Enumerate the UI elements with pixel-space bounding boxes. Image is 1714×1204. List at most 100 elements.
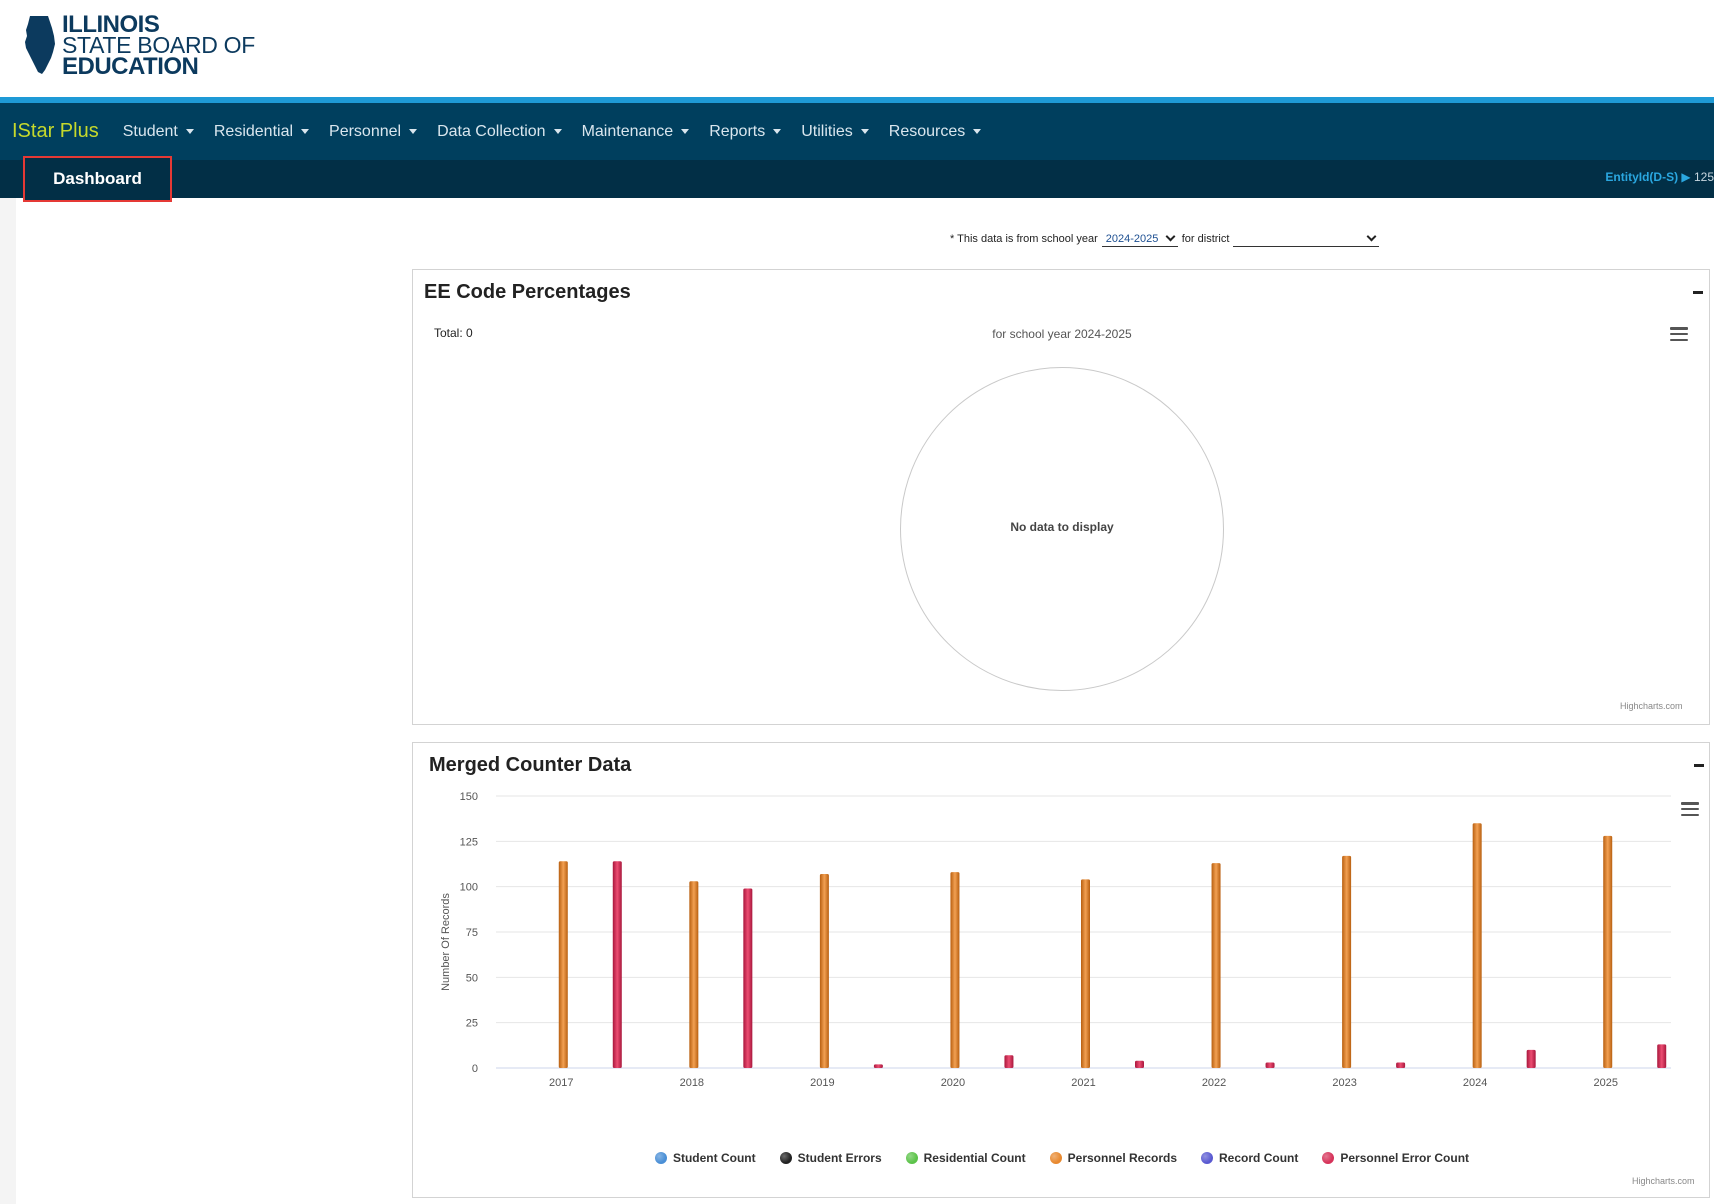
nav-item-label: Resources: [888, 122, 966, 140]
bar-personnel-records-2023[interactable]: [1342, 855, 1352, 1068]
legend-label: Personnel Error Count: [1340, 1151, 1470, 1165]
y-tick-label: 50: [466, 972, 478, 984]
nav-item-resources[interactable]: Resources: [888, 122, 982, 141]
bar-personnel-error-count-2021[interactable]: [1135, 1060, 1144, 1068]
bar-personnel-error-count-2022[interactable]: [1265, 1062, 1275, 1068]
bar-personnel-error-count-2018[interactable]: [743, 888, 753, 1068]
x-tick-label: 2019: [810, 1077, 834, 1089]
nav-item-label: Residential: [213, 122, 294, 140]
bar-personnel-records-2018[interactable]: [689, 881, 699, 1068]
legend-marker-icon: [1201, 1152, 1214, 1164]
caret-down-icon: [773, 129, 782, 134]
entity-id-label: EntityId(D-S) ▶: [1605, 170, 1691, 184]
highcharts-credit[interactable]: Highcharts.com: [1632, 1176, 1695, 1186]
nav-item-personnel[interactable]: Personnel: [329, 122, 418, 141]
district-select[interactable]: [1233, 231, 1380, 247]
x-tick-label: 2018: [680, 1077, 704, 1089]
logo-text: ILLINOIS STATE BOARD OF EDUCATION: [62, 13, 255, 80]
caret-down-icon: [301, 129, 310, 134]
nav-item-utilities[interactable]: Utilities: [801, 123, 869, 141]
legend-marker-icon: [1049, 1152, 1062, 1164]
left-sidebar: [0, 198, 16, 1204]
nav-item-label: Reports: [709, 122, 766, 140]
filter-prefix: * This data is from school year: [950, 233, 1098, 245]
x-tick-label: 2021: [1071, 1077, 1095, 1089]
panel-title: EE Code Percentages: [424, 281, 631, 303]
nav-item-label: Maintenance: [581, 122, 674, 140]
bar-personnel-records-2020[interactable]: [950, 872, 960, 1068]
chart-legend: Student Count Student Errors Residential C…: [413, 1151, 1711, 1165]
tab-dashboard[interactable]: Dashboard: [23, 156, 172, 202]
bar-personnel-error-count-2025[interactable]: [1657, 1044, 1667, 1068]
x-tick-label: 2023: [1332, 1077, 1356, 1089]
school-year-select[interactable]: 2024-2025: [1101, 231, 1178, 247]
y-tick-label: 150: [460, 791, 478, 803]
legend-item-student-errors[interactable]: Student Errors: [779, 1151, 882, 1165]
legend-item-personnel-error-count[interactable]: Personnel Error Count: [1322, 1151, 1469, 1165]
nav-item-label: Student: [122, 122, 178, 140]
bar-personnel-records-2021[interactable]: [1081, 879, 1090, 1068]
nav-item-label: Personnel: [329, 122, 402, 140]
ee-code-percentages-panel: EE Code Percentages Total: 0 for school …: [412, 269, 1710, 725]
nav-item-maintenance[interactable]: Maintenance: [582, 123, 690, 141]
caret-down-icon: [973, 129, 982, 134]
x-tick-label: 2024: [1463, 1077, 1487, 1089]
entity-id-value: 125: [1693, 170, 1714, 184]
highcharts-credit[interactable]: Highcharts.com: [1620, 701, 1683, 711]
nav-item-student[interactable]: Student: [123, 123, 194, 141]
bar-personnel-records-2019[interactable]: [819, 873, 829, 1068]
y-tick-label: 100: [460, 882, 478, 894]
collapse-icon[interactable]: [1693, 291, 1703, 294]
isbe-logo[interactable]: ILLINOIS STATE BOARD OF EDUCATION: [24, 13, 264, 80]
x-tick-label: 2017: [549, 1077, 573, 1089]
bar-personnel-records-2024[interactable]: [1472, 823, 1482, 1068]
legend-label: Record Count: [1219, 1151, 1299, 1165]
illinois-state-icon: [25, 16, 55, 74]
y-tick-label: 25: [466, 1018, 478, 1030]
y-tick-label: 75: [466, 927, 478, 939]
legend-item-residential-count[interactable]: Residential Count: [905, 1151, 1026, 1165]
merged-counter-bar-chart: 0 25 50 75 100 125 150 Number Of Records 2017 2…: [440, 791, 1671, 1089]
y-axis-label: Number Of Records: [440, 893, 452, 991]
bar-personnel-records-2025[interactable]: [1603, 835, 1613, 1068]
chevron-down-icon: [1165, 231, 1176, 242]
legend-label: Residential Count: [923, 1151, 1026, 1165]
nav-item-residential[interactable]: Residential: [213, 122, 310, 141]
chart-menu-icon[interactable]: [1670, 327, 1688, 341]
bar-personnel-records-2017[interactable]: [558, 861, 568, 1068]
legend-marker-icon: [654, 1152, 667, 1164]
legend-item-student-count[interactable]: Student Count: [654, 1151, 756, 1165]
sub-nav: [0, 160, 1714, 198]
legend-item-record-count[interactable]: Record Count: [1201, 1151, 1298, 1165]
bar-personnel-error-count-2017[interactable]: [612, 861, 622, 1068]
bar-personnel-error-count-2020[interactable]: [1004, 1055, 1014, 1068]
main-nav: IStar Plus Student Residential Personnel…: [0, 103, 1714, 160]
logo-line-3: EDUCATION: [62, 53, 199, 80]
legend-marker-icon: [779, 1152, 792, 1164]
bar-personnel-error-count-2019[interactable]: [873, 1064, 883, 1068]
caret-down-icon: [553, 129, 562, 134]
legend-label: Student Errors: [797, 1151, 882, 1165]
legend-item-personnel-records[interactable]: Personnel Records: [1049, 1151, 1177, 1165]
caret-down-icon: [681, 129, 690, 134]
y-tick-label: 125: [460, 836, 478, 848]
header: ILLINOIS STATE BOARD OF EDUCATION: [0, 0, 1714, 98]
bar-personnel-records-2022[interactable]: [1211, 863, 1221, 1068]
x-tick-label: 2022: [1202, 1077, 1226, 1089]
entity-id-indicator[interactable]: EntityId(D-S) ▶ 125: [1605, 170, 1714, 184]
page: ILLINOIS STATE BOARD OF EDUCATION IStar …: [0, 0, 1714, 1204]
caret-down-icon: [409, 129, 418, 134]
legend-marker-icon: [905, 1152, 918, 1164]
legend-label: Student Count: [672, 1151, 756, 1165]
nav-item-label: Utilities: [801, 122, 853, 140]
merged-counter-data-panel: Merged Counter Data 0 25 50 75 100 125 150 Num…: [412, 742, 1710, 1198]
filter-mid: for district: [1181, 233, 1230, 245]
bar-personnel-error-count-2023[interactable]: [1396, 1062, 1406, 1068]
nav-item-reports[interactable]: Reports: [709, 122, 782, 141]
nav-item-data-collection[interactable]: Data Collection: [437, 123, 562, 141]
nav-brand[interactable]: IStar Plus: [12, 120, 99, 143]
caret-down-icon: [185, 129, 194, 134]
legend-marker-icon: [1322, 1152, 1335, 1164]
bar-personnel-error-count-2024[interactable]: [1526, 1049, 1536, 1068]
filter-row: * This data is from school year 2024-202…: [950, 231, 1383, 247]
